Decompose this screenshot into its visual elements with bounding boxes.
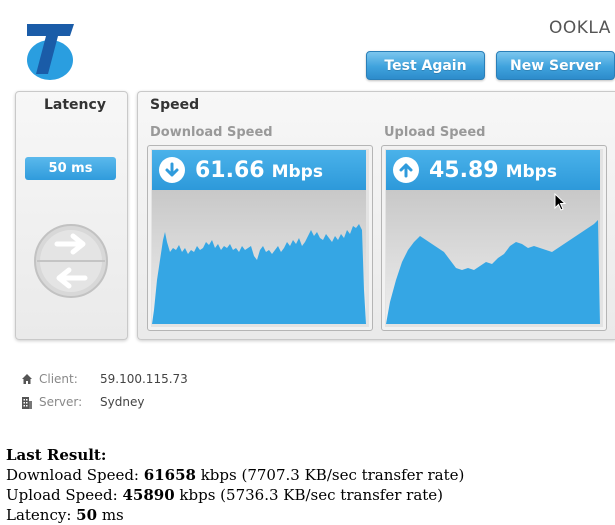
upload-speed-graph (386, 190, 600, 324)
download-speed-unit: Mbps (271, 161, 323, 182)
upload-prefix: Upload Speed: (6, 486, 123, 504)
download-speed-label: Download Speed (150, 125, 273, 140)
upload-speed-unit: Mbps (505, 161, 557, 182)
latency-value-badge: 50 ms (25, 157, 116, 180)
download-speed-graph (152, 190, 366, 324)
upload-graph-fill (386, 220, 600, 324)
arrow-down-icon (159, 157, 185, 183)
test-again-button[interactable]: Test Again (366, 51, 485, 80)
download-readout: 61.66 Mbps (152, 150, 366, 190)
client-info-row: Client: 59.100.115.73 (21, 372, 188, 386)
exchange-arrows-icon (34, 224, 108, 298)
latency-prefix: Latency: (6, 506, 77, 524)
server-name-value: Sydney (100, 395, 145, 409)
last-result-block: Last Result: Download Speed: 61658 kbps … (6, 445, 464, 525)
mouse-pointer-icon (554, 193, 566, 211)
client-label: Client: (39, 372, 78, 386)
server-info-row: Server: Sydney (21, 395, 144, 409)
latency-suffix: ms (97, 506, 124, 524)
download-prefix: Download Speed: (6, 466, 144, 484)
building-icon (22, 396, 32, 409)
latency-result-value: 50 (76, 506, 98, 524)
upload-readout: 45.89 Mbps (386, 150, 600, 190)
download-suffix: kbps (7707.3 KB/sec transfer rate) (195, 466, 465, 484)
speed-title: Speed (150, 97, 200, 113)
upload-suffix: kbps (5736.3 KB/sec transfer rate) (174, 486, 444, 504)
last-result-latency: Latency: 50 ms (6, 505, 464, 525)
ookla-logo: OOKLA (549, 18, 611, 38)
download-speed-value: 61.66 (195, 157, 265, 183)
last-result-upload: Upload Speed: 45890 kbps (5736.3 KB/sec … (6, 485, 464, 505)
latency-panel (15, 91, 128, 340)
client-ip-value: 59.100.115.73 (100, 372, 188, 386)
new-server-button[interactable]: New Server (496, 51, 615, 80)
latency-title: Latency (44, 97, 106, 113)
telstra-logo-icon (27, 24, 74, 80)
upload-speed-value: 45.89 (429, 157, 499, 183)
last-result-download: Download Speed: 61658 kbps (7707.3 KB/se… (6, 465, 464, 485)
download-kbps: 61658 (143, 466, 196, 484)
upload-speed-label: Upload Speed (384, 125, 486, 140)
arrow-up-icon (393, 157, 419, 183)
upload-kbps: 45890 (122, 486, 175, 504)
last-result-heading: Last Result: (6, 446, 107, 464)
download-graph-fill (152, 224, 366, 324)
home-icon (22, 374, 32, 384)
server-label: Server: (39, 395, 83, 409)
